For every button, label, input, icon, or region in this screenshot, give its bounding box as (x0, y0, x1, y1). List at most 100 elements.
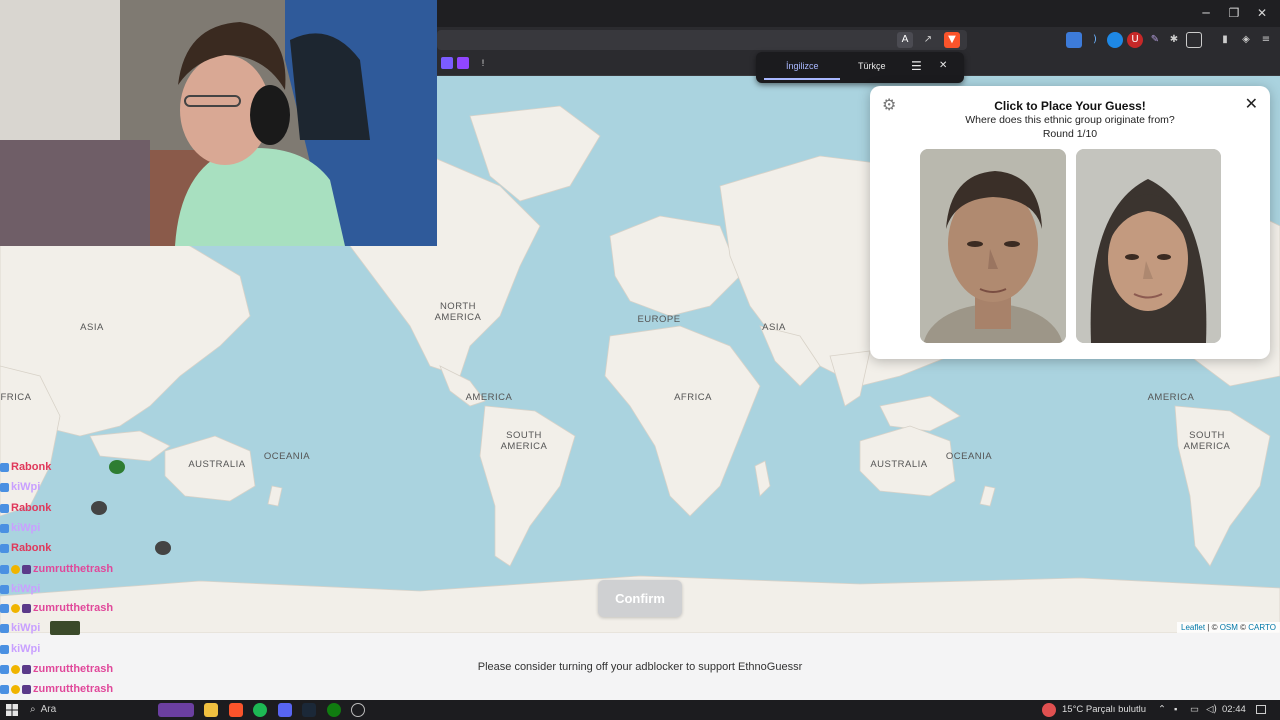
label-africa: AFRICA (674, 392, 712, 403)
ublock-icon[interactable]: U (1127, 32, 1143, 48)
label-south-america-mid: SOUTH AMERICA (500, 430, 548, 452)
badge-icon (11, 684, 20, 694)
chat-line: zumrutthetrash (0, 680, 260, 698)
label-oceania-left: OCEANIA (263, 451, 311, 462)
tray-chevron-icon[interactable]: ⌃ (1158, 703, 1166, 717)
chat-username: zumrutthetrash (33, 683, 114, 696)
chat-username: Rabonk (11, 542, 52, 555)
chat-line: Rabonk (0, 458, 260, 476)
translate-target-tab[interactable]: Türkçe (858, 61, 886, 71)
discord-icon[interactable] (278, 703, 292, 717)
badge-icon (0, 503, 9, 513)
clock[interactable]: 02:44 (1222, 703, 1246, 717)
map-attribution: Leaflet | © OSM © CARTO (1177, 622, 1280, 633)
osm-link[interactable]: OSM (1220, 623, 1238, 632)
translate-icon[interactable]: A (897, 32, 913, 48)
badge-icon (0, 644, 9, 654)
extension-image-icon[interactable] (1066, 32, 1082, 48)
emote-icon (50, 621, 81, 636)
chat-line: kiWpi (0, 580, 260, 598)
extension-pen-icon[interactable]: ✎ (1147, 32, 1163, 48)
guess-panel: ⚙ Click to Place Your Guess! Where does … (870, 86, 1270, 359)
chat-username: kiWpi (11, 481, 41, 494)
translate-tab-indicator (764, 78, 840, 80)
bookmark-pin-icon[interactable]: ! (477, 57, 489, 69)
share-icon[interactable]: ↗ (920, 32, 936, 48)
label-oceania-right: OCEANIA (945, 451, 993, 462)
carto-link[interactable]: CARTO (1248, 623, 1276, 632)
label-europe: EUROPE (637, 314, 681, 325)
restore-button[interactable]: ❐ (1224, 5, 1244, 21)
taskbar-search-label: Ara (40, 704, 57, 715)
translate-menu-icon[interactable]: ☰ (911, 59, 922, 73)
chat-line: kiWpi (0, 640, 260, 658)
label-asia-right: ASIA (762, 322, 786, 333)
emote-icon (155, 541, 172, 556)
label-asia-left: ASIA (80, 322, 104, 333)
weather-icon (1042, 703, 1056, 717)
spotify-icon[interactable] (253, 703, 267, 717)
label-africa-left: FRICA (0, 392, 32, 403)
volume-icon[interactable]: ◁) (1206, 703, 1217, 717)
label-australia-right: AUSTRALIA (870, 459, 928, 470)
badge-icon (0, 664, 9, 674)
badge-icon (22, 603, 31, 613)
bookmark-purple-icon[interactable] (441, 57, 453, 69)
attribution-separator: © (1237, 623, 1249, 632)
close-window-button[interactable]: ✕ (1252, 5, 1272, 21)
brave-shields-icon[interactable]: ▼ (944, 32, 960, 48)
taskbar-search[interactable]: ⌕ Ara (30, 702, 150, 718)
translate-close-icon[interactable]: ✕ (939, 60, 947, 71)
face-image-male (920, 149, 1066, 343)
chat-line: kiWpi (0, 619, 260, 637)
badge-icon (0, 623, 9, 633)
chat-username: kiWpi (11, 643, 41, 656)
search-highlight-icon[interactable] (158, 703, 194, 717)
extension-audio-icon[interactable]: ) (1087, 32, 1103, 48)
menu-icon[interactable]: ≡ (1258, 32, 1274, 48)
chat-username: Rabonk (11, 502, 52, 515)
chat-line: zumrutthetrash (0, 599, 260, 617)
chat-line: kiWpi (0, 519, 260, 537)
badge-icon (0, 564, 9, 574)
male-face-illustration (920, 149, 1066, 343)
steam-icon[interactable] (302, 703, 316, 717)
emote-icon (91, 501, 108, 516)
xbox-icon[interactable] (327, 703, 341, 717)
chat-line: zumrutthetrash (0, 660, 260, 678)
chat-line: zumrutthetrash (0, 560, 260, 578)
chat-username: kiWpi (11, 583, 41, 596)
notifications-icon[interactable] (1256, 705, 1266, 714)
brave-browser-icon[interactable] (229, 703, 243, 717)
chat-username: zumrutthetrash (33, 663, 114, 676)
confirm-button[interactable]: Confirm (598, 580, 682, 617)
label-south-america-right: SOUTH AMERICA (1183, 430, 1231, 452)
file-explorer-icon[interactable] (204, 703, 218, 717)
badge-icon (0, 482, 9, 492)
extension-blue-icon[interactable] (1107, 32, 1123, 48)
panel-close-icon[interactable]: ✕ (1245, 94, 1258, 113)
twitch-bookmark-icon[interactable] (457, 57, 469, 69)
address-bar[interactable] (437, 30, 967, 50)
wallet-icon[interactable] (1186, 32, 1202, 48)
leaflet-link[interactable]: Leaflet (1181, 623, 1205, 632)
network-icon[interactable]: ▭ (1190, 703, 1199, 717)
obs-icon[interactable] (351, 703, 365, 717)
label-america-mid: AMERICA (465, 392, 513, 403)
webcam-overlay (0, 0, 437, 246)
minimize-button[interactable]: ─ (1196, 5, 1216, 21)
weather-text: 15°C Parçalı bulutlu (1062, 704, 1147, 715)
tray-apps-icon[interactable]: ▪ (1174, 703, 1177, 717)
chat-username: zumrutthetrash (33, 602, 114, 615)
emote-icon (109, 460, 126, 475)
sidebar-toggle-icon[interactable]: ▮ (1217, 32, 1233, 48)
translate-source-tab[interactable]: İngilizce (786, 61, 819, 71)
vpn-shield-icon[interactable]: ◈ (1238, 32, 1254, 48)
badge-icon (22, 564, 31, 574)
windows-start-icon[interactable] (6, 704, 18, 716)
chat-username: zumrutthetrash (33, 563, 114, 576)
chat-line: Rabonk (0, 539, 260, 557)
badge-icon (0, 684, 9, 694)
screen: ─ ❐ ✕ A ↗ ▼ ) U ✎ ✱ ▮ ◈ ≡ ! ASIA FRICA A… (0, 0, 1280, 720)
extensions-puzzle-icon[interactable]: ✱ (1166, 32, 1182, 48)
